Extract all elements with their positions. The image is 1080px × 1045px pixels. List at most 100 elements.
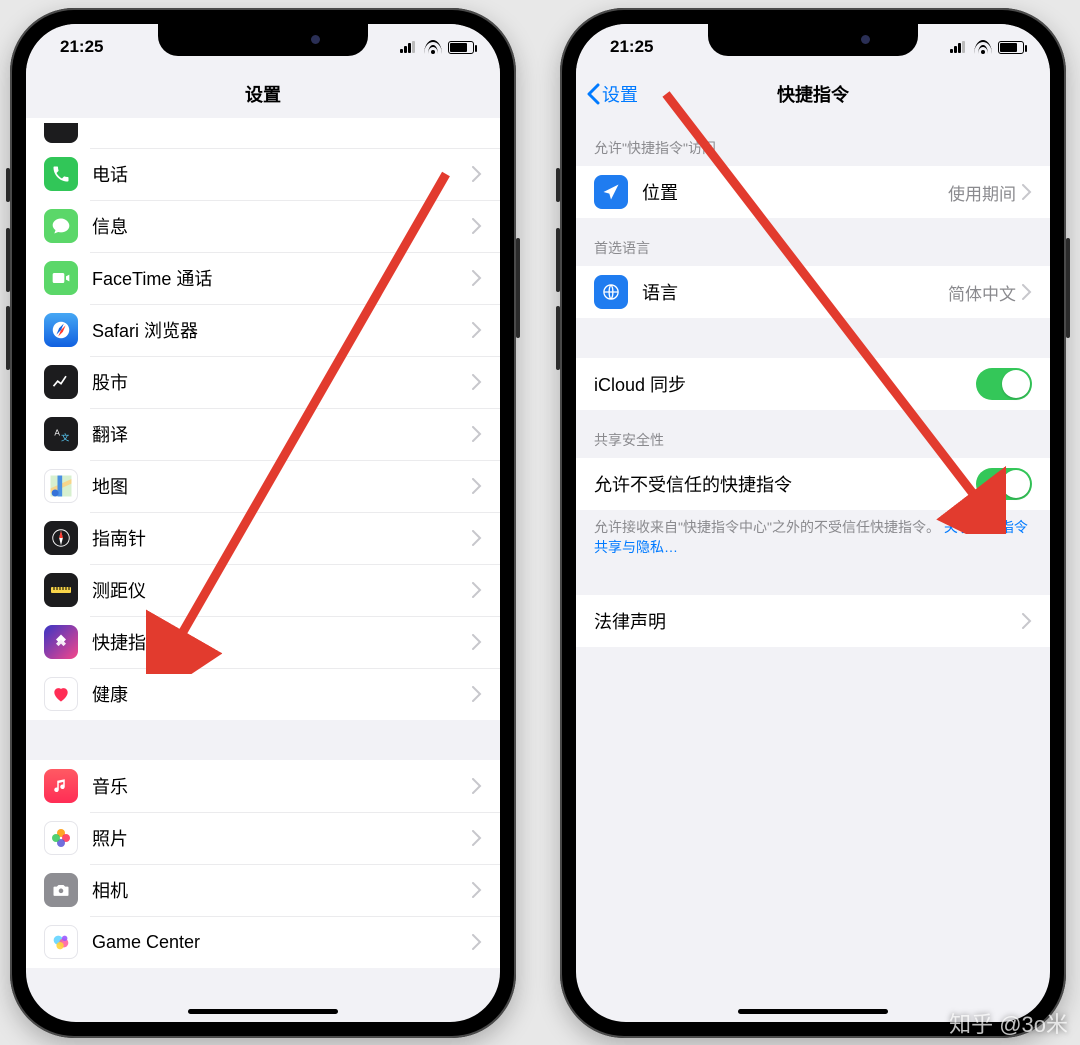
home-indicator[interactable] <box>188 1009 338 1014</box>
chevron-right-icon <box>472 882 482 898</box>
location-icon <box>594 175 628 209</box>
row-previous-partial[interactable] <box>26 118 500 148</box>
row-facetime[interactable]: FaceTime 通话 <box>26 252 500 304</box>
silence-switch[interactable] <box>6 168 10 202</box>
row-safari[interactable]: Safari 浏览器 <box>26 304 500 356</box>
back-label: 设置 <box>602 81 638 107</box>
row-label: 股市 <box>92 369 472 395</box>
wifi-icon <box>974 40 992 54</box>
page-title: 快捷指令 <box>777 81 849 107</box>
chevron-right-icon <box>472 218 482 234</box>
compass-icon <box>44 521 78 555</box>
chevron-right-icon <box>472 634 482 650</box>
row-label: iCloud 同步 <box>594 371 976 397</box>
row-stocks[interactable]: 股市 <box>26 356 500 408</box>
row-messages[interactable]: 信息 <box>26 200 500 252</box>
row-maps[interactable]: 地图 <box>26 460 500 512</box>
allow-untrusted-toggle[interactable] <box>976 468 1032 500</box>
icloud-sync-toggle[interactable] <box>976 368 1032 400</box>
chevron-right-icon <box>472 582 482 598</box>
row-label: 测距仪 <box>92 577 472 603</box>
back-button[interactable]: 设置 <box>586 70 638 118</box>
row-language[interactable]: 语言 简体中文 <box>576 266 1050 318</box>
chevron-right-icon <box>1022 284 1032 300</box>
chevron-right-icon <box>472 934 482 950</box>
row-label: 翻译 <box>92 421 472 447</box>
row-location[interactable]: 位置 使用期间 <box>576 166 1050 218</box>
notch <box>708 24 918 56</box>
silence-switch[interactable] <box>556 168 560 202</box>
phone-icon <box>44 157 78 191</box>
music-icon <box>44 769 78 803</box>
measure-icon <box>44 573 78 607</box>
row-phone[interactable]: 电话 <box>26 148 500 200</box>
section-header-access: 允许"快捷指令"访问 <box>576 118 1050 166</box>
footer-text: 允许接收来自"快捷指令中心"之外的不受信任快捷指令。 <box>594 519 940 535</box>
row-label: 音乐 <box>92 773 472 799</box>
row-shortcuts[interactable]: 快捷指令 <box>26 616 500 668</box>
stocks-icon <box>44 365 78 399</box>
app-icon <box>44 123 78 143</box>
row-allow-untrusted[interactable]: 允许不受信任的快捷指令 <box>576 458 1050 510</box>
cellular-icon <box>950 41 968 53</box>
chevron-right-icon <box>1022 184 1032 200</box>
row-label: 快捷指令 <box>92 629 472 655</box>
row-label: Game Center <box>92 932 472 953</box>
row-translate[interactable]: A文 翻译 <box>26 408 500 460</box>
camera-icon <box>44 873 78 907</box>
row-label: 指南针 <box>92 525 472 551</box>
volume-down-button[interactable] <box>6 306 10 370</box>
shortcuts-settings[interactable]: 允许"快捷指令"访问 位置 使用期间 首选语言 语言 <box>576 118 1050 1022</box>
screen-left: 21:25 设置 电话 <box>26 24 500 1022</box>
row-camera[interactable]: 相机 <box>26 864 500 916</box>
row-label: 允许不受信任的快捷指令 <box>594 471 976 497</box>
safari-icon <box>44 313 78 347</box>
power-button[interactable] <box>1066 238 1070 338</box>
home-indicator[interactable] <box>738 1009 888 1014</box>
gamecenter-icon <box>44 925 78 959</box>
health-icon <box>44 677 78 711</box>
row-photos[interactable]: 照片 <box>26 812 500 864</box>
section-footer-security: 允许接收来自"快捷指令中心"之外的不受信任快捷指令。 关于快捷指令共享与隐私… <box>576 510 1050 571</box>
photos-icon <box>44 821 78 855</box>
screen-right: 21:25 设置 快捷指令 允许"快捷指令"访问 位置 <box>576 24 1050 1022</box>
chevron-right-icon <box>472 478 482 494</box>
volume-up-button[interactable] <box>6 228 10 292</box>
chevron-right-icon <box>472 530 482 546</box>
row-compass[interactable]: 指南针 <box>26 512 500 564</box>
svg-text:A: A <box>54 428 60 438</box>
row-label: 语言 <box>642 279 948 305</box>
row-gamecenter[interactable]: Game Center <box>26 916 500 968</box>
page-title: 设置 <box>245 81 281 107</box>
chevron-right-icon <box>472 830 482 846</box>
power-button[interactable] <box>516 238 520 338</box>
chevron-right-icon <box>472 426 482 442</box>
row-music[interactable]: 音乐 <box>26 760 500 812</box>
phone-right: 21:25 设置 快捷指令 允许"快捷指令"访问 位置 <box>560 8 1066 1038</box>
battery-icon <box>998 41 1024 54</box>
row-label: 位置 <box>642 179 948 205</box>
row-icloud-sync[interactable]: iCloud 同步 <box>576 358 1050 410</box>
settings-list[interactable]: 电话 信息 FaceTime 通话 <box>26 118 500 1022</box>
maps-icon <box>44 469 78 503</box>
row-label: 照片 <box>92 825 472 851</box>
chevron-right-icon <box>472 166 482 182</box>
row-measure[interactable]: 测距仪 <box>26 564 500 616</box>
phone-left: 21:25 设置 电话 <box>10 8 516 1038</box>
row-health[interactable]: 健康 <box>26 668 500 720</box>
chevron-right-icon <box>472 270 482 286</box>
row-label: 健康 <box>92 681 472 707</box>
watermark: 知乎 @3o米 <box>949 1007 1068 1039</box>
wifi-icon <box>424 40 442 54</box>
volume-down-button[interactable] <box>556 306 560 370</box>
row-legal[interactable]: 法律声明 <box>576 595 1050 647</box>
chevron-right-icon <box>472 778 482 794</box>
notch <box>158 24 368 56</box>
nav-bar-right: 设置 快捷指令 <box>576 70 1050 118</box>
nav-bar-left: 设置 <box>26 70 500 118</box>
battery-icon <box>448 41 474 54</box>
volume-up-button[interactable] <box>556 228 560 292</box>
row-label: FaceTime 通话 <box>92 265 472 291</box>
globe-icon <box>594 275 628 309</box>
row-label: 电话 <box>92 161 472 187</box>
